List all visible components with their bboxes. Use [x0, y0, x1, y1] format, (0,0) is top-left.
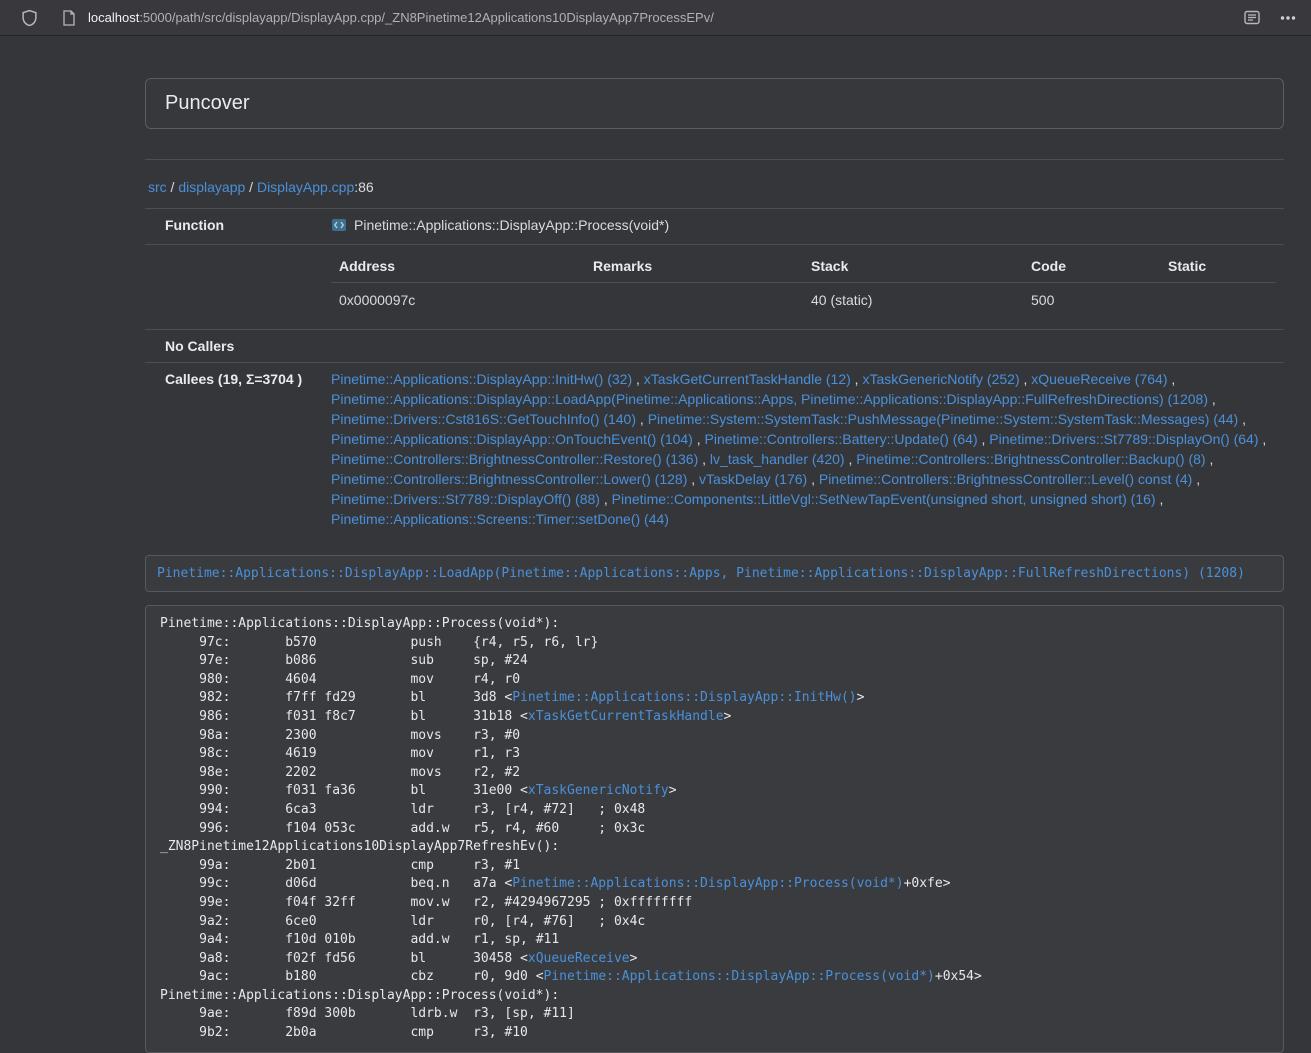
callee-link[interactable]: Pinetime::Drivers::Cst816S::GetTouchInfo…: [331, 411, 636, 427]
breadcrumb: src / displayapp / DisplayApp.cpp:86: [145, 179, 1284, 195]
url-host: localhost: [88, 10, 139, 25]
disassembly-symbol-link[interactable]: Pinetime::Applications::DisplayApp::Init…: [512, 690, 856, 705]
metrics-value-stack: 40 (static): [803, 283, 1023, 319]
url-bar[interactable]: localhost:5000/path/src/displayapp/Displ…: [88, 10, 1239, 25]
callee-link[interactable]: xTaskGetCurrentTaskHandle (12): [644, 371, 851, 387]
callee-link[interactable]: Pinetime::Controllers::BrightnessControl…: [856, 451, 1205, 467]
callee-link[interactable]: Pinetime::Applications::DisplayApp::Init…: [331, 371, 632, 387]
page-title: Puncover: [165, 92, 250, 114]
metrics-header-stack: Stack: [803, 252, 1023, 283]
callees-list: Pinetime::Applications::DisplayApp::Init…: [323, 363, 1284, 536]
metrics-table: Address Remarks Stack Code Static 0x0000…: [331, 252, 1276, 318]
page-container: Puncover src / displayapp / DisplayApp.c…: [145, 78, 1284, 1053]
function-name: Pinetime::Applications::DisplayApp::Proc…: [354, 217, 669, 233]
no-callers-label: No Callers: [145, 330, 323, 363]
callee-link[interactable]: Pinetime::Applications::Screens::Timer::…: [331, 511, 669, 527]
breadcrumb-link[interactable]: displayapp: [178, 179, 245, 195]
callee-link[interactable]: Pinetime::Drivers::St7789::DisplayOn() (…: [989, 431, 1258, 447]
callee-link[interactable]: Pinetime::Controllers::BrightnessControl…: [331, 451, 698, 467]
disassembly-symbol-link[interactable]: xTaskGenericNotify: [528, 783, 669, 798]
metrics-value-static: [1160, 283, 1276, 319]
callee-link[interactable]: Pinetime::Drivers::St7789::DisplayOff() …: [331, 491, 600, 507]
browser-toolbar: localhost:5000/path/src/displayapp/Displ…: [0, 0, 1311, 36]
function-name-cell: Pinetime::Applications::DisplayApp::Proc…: [323, 209, 1284, 245]
symbol-panel: Pinetime::Applications::DisplayApp::Load…: [145, 555, 1284, 592]
disassembly-symbol-link[interactable]: Pinetime::Applications::DisplayApp::Proc…: [544, 969, 935, 984]
metrics-cell: Address Remarks Stack Code Static 0x0000…: [323, 245, 1284, 330]
callee-link[interactable]: Pinetime::Controllers::BrightnessControl…: [331, 471, 687, 487]
callee-link[interactable]: xQueueReceive (764): [1031, 371, 1167, 387]
callees-row: Callees (19, Σ=3704 ) Pinetime::Applicat…: [145, 363, 1284, 536]
symbol-panel-link[interactable]: Pinetime::Applications::DisplayApp::Load…: [157, 566, 1245, 581]
disassembly-symbol-link[interactable]: Pinetime::Applications::DisplayApp::Proc…: [512, 876, 903, 891]
function-table: Function Pinetime::Applications::Display…: [145, 208, 1284, 535]
disassembly-symbol-link[interactable]: xTaskGetCurrentTaskHandle: [528, 709, 724, 724]
callees-label: Callees (19, Σ=3704 ): [145, 363, 323, 536]
callee-link[interactable]: Pinetime::System::SystemTask::PushMessag…: [648, 411, 1239, 427]
function-row-label: Function: [145, 209, 323, 245]
page-info-icon[interactable]: [56, 5, 82, 31]
function-icon: [331, 217, 347, 238]
breadcrumb-link[interactable]: src: [148, 179, 167, 195]
metrics-header-static: Static: [1160, 252, 1276, 283]
function-row: Function Pinetime::Applications::Display…: [145, 209, 1284, 245]
callee-link[interactable]: Pinetime::Applications::DisplayApp::OnTo…: [331, 431, 693, 447]
metrics-header-row: Address Remarks Stack Code Static: [331, 252, 1276, 283]
metrics-header-address: Address: [331, 252, 585, 283]
metrics-value-code: 500: [1023, 283, 1160, 319]
no-callers-row: No Callers: [145, 330, 1284, 363]
breadcrumb-link[interactable]: DisplayApp.cpp: [257, 179, 354, 195]
callee-link[interactable]: lv_task_handler (420): [710, 451, 845, 467]
metrics-row: Address Remarks Stack Code Static 0x0000…: [145, 245, 1284, 330]
overflow-menu-icon[interactable]: [1275, 5, 1301, 31]
metrics-row-spacer: [145, 245, 323, 330]
reader-view-icon[interactable]: [1239, 5, 1265, 31]
no-callers-cell: [323, 330, 1284, 363]
metrics-value-row: 0x0000097c 40 (static) 500: [331, 283, 1276, 319]
disassembly-code: Pinetime::Applications::DisplayApp::Proc…: [145, 605, 1284, 1053]
callee-link[interactable]: xTaskGenericNotify (252): [862, 371, 1019, 387]
metrics-value-address: 0x0000097c: [331, 283, 585, 319]
url-path: :5000/path/src/displayapp/DisplayApp.cpp…: [139, 10, 714, 25]
callee-link[interactable]: Pinetime::Components::LittleVgl::SetNewT…: [612, 491, 1156, 507]
callee-link[interactable]: Pinetime::Applications::DisplayApp::Load…: [331, 391, 1208, 407]
metrics-header-remarks: Remarks: [585, 252, 803, 283]
metrics-value-remarks: [585, 283, 803, 319]
divider: [145, 159, 1284, 160]
callee-link[interactable]: Pinetime::Controllers::BrightnessControl…: [819, 471, 1192, 487]
disassembly-symbol-link[interactable]: xQueueReceive: [528, 951, 630, 966]
metrics-header-code: Code: [1023, 252, 1160, 283]
shield-icon[interactable]: [16, 5, 42, 31]
callee-link[interactable]: Pinetime::Controllers::Battery::Update()…: [705, 431, 978, 447]
app-header: Puncover: [145, 78, 1284, 129]
callee-link[interactable]: vTaskDelay (176): [699, 471, 807, 487]
